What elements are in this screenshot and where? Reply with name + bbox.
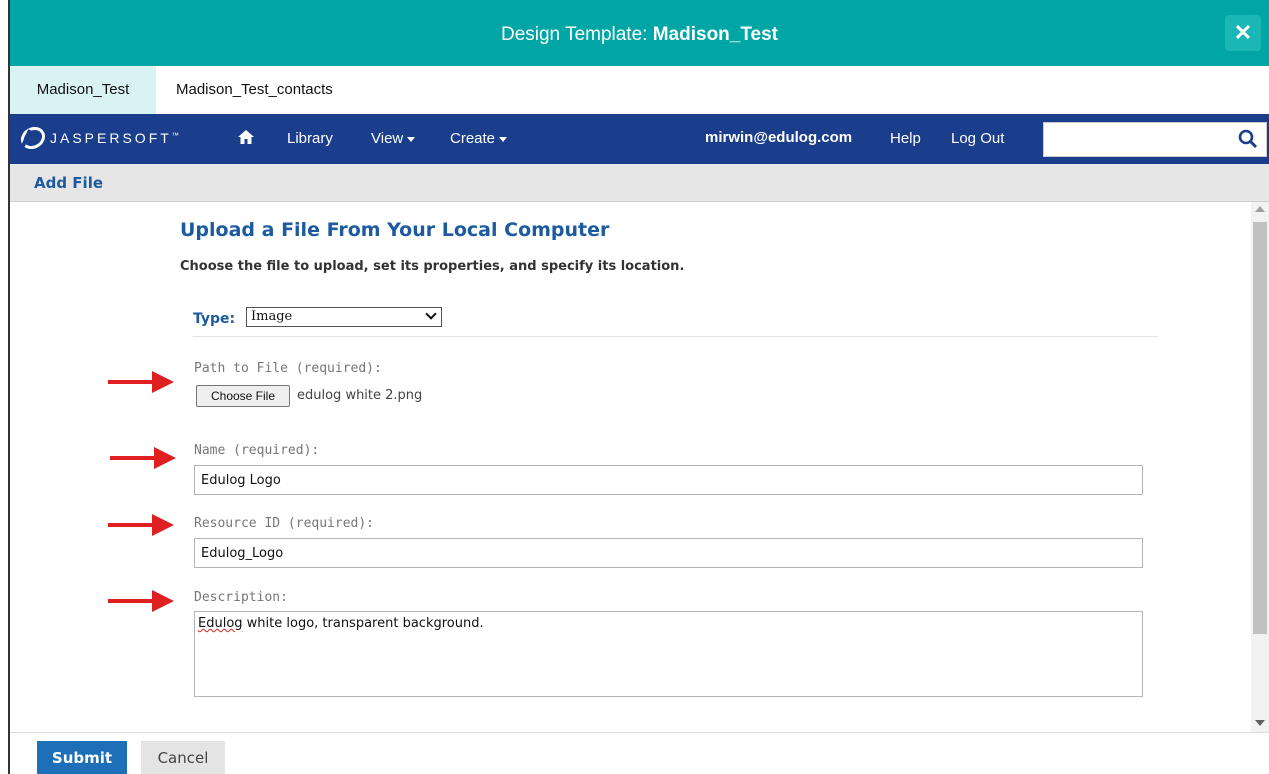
chevron-down-icon	[407, 136, 416, 142]
name-field[interactable]: Edulog Logo	[194, 465, 1143, 495]
window-edge	[0, 0, 10, 774]
form-heading: Upload a File From Your Local Computer	[180, 219, 610, 241]
jaspersoft-logo[interactable]: JASPERSOFT™	[20, 127, 179, 149]
type-select[interactable]: Image	[246, 307, 442, 327]
close-button[interactable]: ✕	[1225, 15, 1261, 51]
annotation-arrow-icon	[108, 514, 174, 536]
resource-id-label: Resource ID (required):	[194, 516, 375, 531]
page-title: Add File	[34, 174, 104, 192]
home-icon	[238, 130, 254, 144]
nav-logout[interactable]: Log Out	[951, 130, 1004, 147]
annotation-arrow-icon	[108, 371, 174, 393]
path-to-file-label: Path to File (required):	[194, 361, 382, 376]
close-icon: ✕	[1233, 20, 1253, 45]
type-select-value: Image	[251, 309, 293, 324]
name-label: Name (required):	[194, 443, 320, 458]
annotation-arrow-icon	[110, 447, 176, 469]
scrollbar-thumb[interactable]	[1253, 222, 1267, 634]
scroll-up-icon[interactable]	[1255, 206, 1265, 212]
description-text: white logo, transparent background.	[242, 616, 484, 631]
chevron-down-icon	[425, 308, 437, 320]
description-field[interactable]: Edulog white logo, transparent backgroun…	[194, 611, 1143, 697]
tab-bar: Madison_Test Madison_Test_contacts	[10, 66, 1269, 114]
nav-user[interactable]: mirwin@edulog.com	[705, 129, 852, 146]
tab-madison-test-contacts[interactable]: Madison_Test_contacts	[158, 66, 351, 114]
description-misspelled-word: Edulog	[198, 616, 243, 631]
chevron-down-icon	[499, 136, 508, 142]
nav-view-label: View	[371, 130, 404, 147]
description-label: Description:	[194, 590, 288, 605]
home-button[interactable]	[237, 128, 255, 150]
nav-view-menu[interactable]: View	[371, 130, 416, 147]
nav-library[interactable]: Library	[287, 130, 333, 147]
upload-form: Upload a File From Your Local Computer C…	[10, 202, 1251, 732]
dialog-titlebar: Design Template: Madison_Test ✕	[10, 0, 1269, 66]
annotation-arrow-icon	[108, 590, 174, 612]
logo-text: JASPERSOFT™	[50, 130, 179, 146]
nav-create-label: Create	[450, 130, 496, 147]
vertical-scrollbar[interactable]	[1251, 202, 1269, 732]
search-icon[interactable]	[1238, 129, 1258, 149]
submit-button[interactable]: Submit	[37, 741, 127, 774]
divider	[193, 336, 1158, 337]
form-footer: Submit Cancel	[10, 732, 1269, 774]
form-instructions: Choose the file to upload, set its prope…	[180, 259, 685, 274]
type-label: Type:	[193, 311, 236, 327]
nav-help[interactable]: Help	[890, 130, 921, 147]
dialog-title: Design Template: Madison_Test	[10, 24, 1269, 46]
search-input[interactable]	[1043, 122, 1267, 157]
top-navbar: JASPERSOFT™ Library View Create mirwin@e…	[10, 114, 1269, 164]
resource-id-field[interactable]: Edulog_Logo	[194, 538, 1143, 568]
dialog-title-prefix: Design Template:	[500, 24, 653, 45]
choose-file-button[interactable]: Choose File	[196, 385, 290, 407]
cancel-button[interactable]: Cancel	[141, 741, 225, 774]
scroll-down-icon[interactable]	[1255, 720, 1265, 726]
selected-file-name: edulog white 2.png	[297, 388, 423, 403]
nav-create-menu[interactable]: Create	[450, 130, 508, 147]
page-subheader: Add File	[10, 164, 1269, 202]
dialog-title-name: Madison_Test	[652, 24, 778, 45]
jaspersoft-logo-icon	[20, 127, 46, 149]
tab-madison-test[interactable]: Madison_Test	[10, 66, 156, 114]
